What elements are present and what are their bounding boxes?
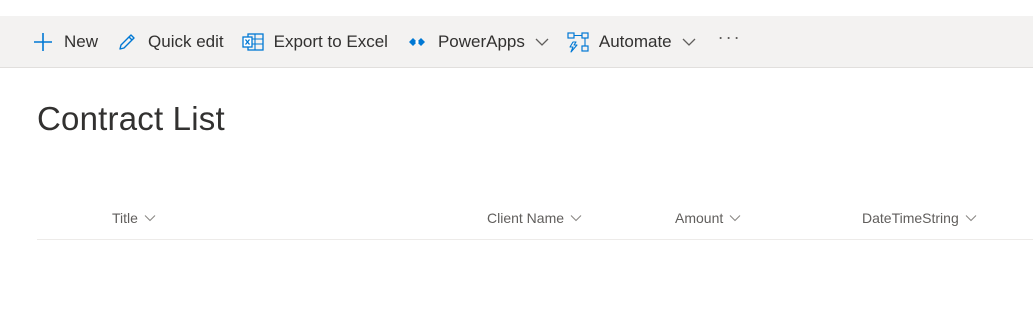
export-to-excel-button[interactable]: Export to Excel [236, 24, 394, 60]
powerapps-label: PowerApps [437, 31, 525, 51]
column-header-client-name[interactable]: Client Name [487, 210, 582, 226]
plus-icon [32, 31, 54, 53]
column-header-datetimestring[interactable]: DateTimeString [862, 210, 977, 226]
page-title: Contract List [37, 100, 225, 137]
column-header-amount[interactable]: Amount [675, 210, 741, 226]
flow-icon [567, 31, 589, 53]
more-options-button[interactable]: ··· [708, 20, 752, 56]
chevron-down-icon [729, 212, 741, 224]
export-to-excel-label: Export to Excel [273, 31, 388, 51]
chevron-down-icon [965, 212, 977, 224]
automate-label: Automate [598, 31, 672, 51]
chevron-down-icon [535, 35, 549, 49]
list-header-row: Title Client Name Amount DateTimeString [37, 200, 1033, 240]
quick-edit-button[interactable]: Quick edit [110, 24, 230, 60]
column-header-label: DateTimeString [862, 210, 959, 226]
column-header-label: Title [112, 210, 138, 226]
chevron-down-icon [144, 212, 156, 224]
column-header-title[interactable]: Title [112, 210, 156, 226]
chevron-down-icon [570, 212, 582, 224]
pencil-icon [116, 31, 138, 53]
command-bar: New Quick edit Export to Excel PowerApps… [0, 16, 1033, 68]
excel-icon [241, 31, 264, 53]
chevron-down-icon [682, 35, 696, 49]
column-header-label: Client Name [487, 210, 565, 226]
top-spacer [0, 0, 1033, 16]
new-button-label: New [64, 31, 99, 51]
automate-menu-button[interactable]: Automate [561, 24, 702, 60]
new-button[interactable]: New [26, 24, 104, 60]
quick-edit-label: Quick edit [148, 31, 224, 51]
column-header-label: Amount [675, 210, 724, 226]
powerapps-icon [406, 31, 428, 53]
ellipsis-icon: ··· [717, 27, 742, 47]
powerapps-menu-button[interactable]: PowerApps [400, 24, 555, 60]
